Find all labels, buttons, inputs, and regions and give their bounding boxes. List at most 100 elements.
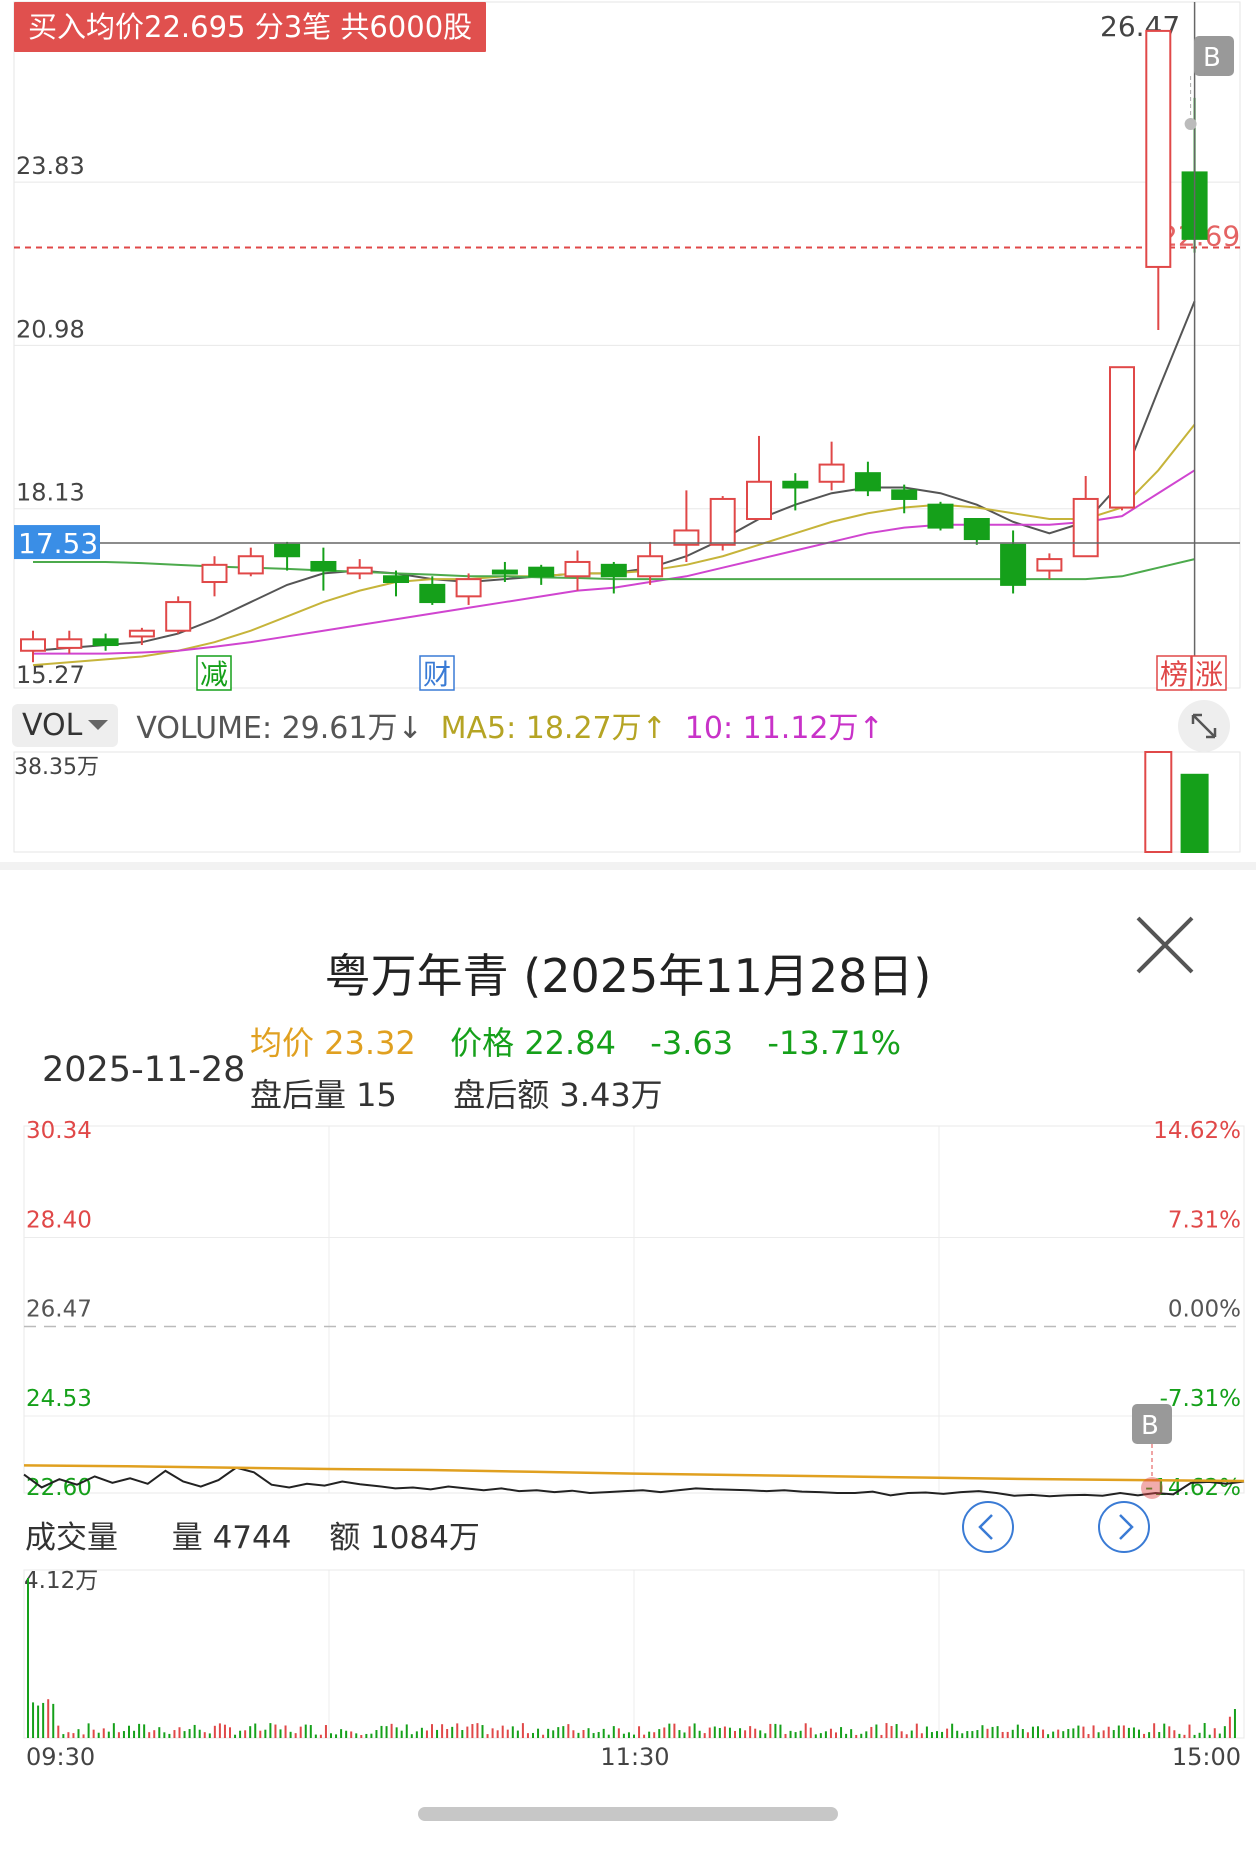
candle xyxy=(1145,29,1172,330)
candle xyxy=(1000,530,1027,594)
candle-body xyxy=(165,601,192,632)
kline-price-label: 18.13 xyxy=(16,479,85,507)
candle-body xyxy=(637,555,664,578)
candle-body xyxy=(818,463,845,483)
candle xyxy=(56,630,83,654)
volume-title: 成交量 xyxy=(25,1520,118,1556)
event-tag-label: 财 xyxy=(423,658,451,691)
volume-panel-frame xyxy=(13,751,1241,853)
intraday-right-axis-label: 14.62% xyxy=(1153,1118,1241,1144)
candle-body xyxy=(1109,366,1135,509)
candle-body xyxy=(1145,29,1172,268)
intraday-volume-top-label: 4.12万 xyxy=(24,1568,98,1594)
kline-ma-black-line xyxy=(32,300,1196,652)
intraday-left-axis-label: 30.34 xyxy=(26,1118,92,1144)
candle-body xyxy=(891,489,918,500)
expand-chart-button[interactable] xyxy=(1178,700,1230,752)
candle xyxy=(165,596,192,634)
candle xyxy=(528,564,555,585)
intraday-buy-marker-letter: B xyxy=(1141,1411,1159,1441)
volume-indicator-bar: VOL VOLUME: 29.61万↓ MA5: 18.27万↑ 10: 11.… xyxy=(12,700,884,750)
intraday-chart[interactable]: 30.34 14.62%28.40 7.31%26.47 0.00%24.53 -7.3… xyxy=(0,870,1256,1853)
volume-bar xyxy=(1144,751,1173,853)
intraday-right-axis-label: 7.31% xyxy=(1168,1207,1241,1233)
vol-legend-volume: VOLUME: 29.61万↓ xyxy=(136,711,423,746)
candle xyxy=(92,633,119,651)
vol-legend-ma10: 10: 11.12万↑ xyxy=(684,711,884,746)
candle-body xyxy=(1000,543,1027,586)
intraday-right-axis-label: 0.00% xyxy=(1168,1297,1241,1323)
candle xyxy=(20,630,46,663)
trade-average-badge: 买入均价22.695 分3笔 共6000股 xyxy=(14,2,487,52)
intraday-left-axis-label: 26.47 xyxy=(26,1297,92,1323)
candle xyxy=(1036,553,1063,580)
kline-price-label: 15.27 xyxy=(16,661,85,689)
candle-body xyxy=(1036,558,1063,572)
candle-body xyxy=(746,480,772,521)
candle-body xyxy=(419,583,446,604)
candle xyxy=(274,541,301,571)
intraday-time-label: 15:00 xyxy=(1172,1743,1241,1771)
candle xyxy=(564,550,591,591)
candle xyxy=(818,441,845,491)
candle-body xyxy=(564,560,591,578)
chevron-down-icon xyxy=(88,720,109,730)
event-tag-label: 减 xyxy=(200,658,228,691)
home-indicator[interactable] xyxy=(418,1807,838,1821)
candle-body xyxy=(201,563,228,584)
intraday-left-axis-label: 24.53 xyxy=(26,1386,92,1412)
volume-qty: 量 4744 xyxy=(171,1520,292,1556)
candle-body xyxy=(20,638,46,652)
candle xyxy=(854,461,881,497)
candle xyxy=(963,518,990,545)
chevron-right-icon xyxy=(1098,1501,1150,1553)
candle xyxy=(346,559,373,580)
expand-icon xyxy=(1191,713,1217,739)
volume-amount: 额 1084万 xyxy=(329,1520,480,1556)
candle xyxy=(782,473,809,511)
candle-body xyxy=(455,578,482,598)
kline-price-label: 20.98 xyxy=(16,315,85,343)
volume-stats: 成交量 量 4744 额 1084万 xyxy=(25,1512,480,1557)
candle-body xyxy=(346,566,373,575)
intraday-buy-marker-dot xyxy=(1141,1477,1163,1499)
vol-legend-ma5: MA5: 18.27万↑ xyxy=(440,711,667,746)
prev-day-button[interactable] xyxy=(961,1500,1015,1554)
candle xyxy=(310,547,337,591)
candle-body xyxy=(528,566,555,578)
intraday-volume-bars xyxy=(27,1578,1236,1738)
candle-body xyxy=(600,563,627,578)
indicator-selector[interactable]: VOL xyxy=(12,703,119,747)
volume-top-label: 38.35万 xyxy=(14,755,99,780)
next-day-button[interactable] xyxy=(1097,1500,1151,1554)
intraday-time-label: 09:30 xyxy=(26,1743,95,1771)
candle xyxy=(201,556,228,597)
candle-body xyxy=(782,480,809,489)
kline-price-label: 23.83 xyxy=(16,152,85,180)
event-tag-label: 榜 xyxy=(1160,658,1188,691)
candle-body xyxy=(1072,497,1099,558)
candle-body xyxy=(92,638,119,647)
candle-body xyxy=(128,629,155,638)
indicator-selector-label: VOL xyxy=(22,707,83,743)
candle-body xyxy=(310,560,337,572)
candle-body xyxy=(383,575,409,584)
candle-body xyxy=(237,555,264,575)
event-tag-label: 涨 xyxy=(1195,658,1223,691)
crosshair-price-value: 17.53 xyxy=(18,527,98,560)
intraday-time-label: 11:30 xyxy=(600,1743,669,1771)
candle-body xyxy=(56,638,83,649)
chevron-left-icon xyxy=(962,1501,1014,1553)
candle-body xyxy=(927,503,954,529)
sheet-shadow xyxy=(0,862,1256,870)
candle xyxy=(1109,366,1135,511)
candle-body xyxy=(709,497,736,546)
buy-marker-letter: B xyxy=(1203,43,1221,73)
candle-body xyxy=(274,543,301,558)
candle-body xyxy=(963,518,990,541)
buy-marker-dot xyxy=(1184,118,1197,130)
intraday-detail-sheet: 粤万年青 (2025年11月28日) 2025-11-28 均价 23.32 价… xyxy=(0,870,1256,1853)
candle xyxy=(927,501,954,531)
candle-body xyxy=(854,472,881,492)
candle xyxy=(746,435,772,521)
